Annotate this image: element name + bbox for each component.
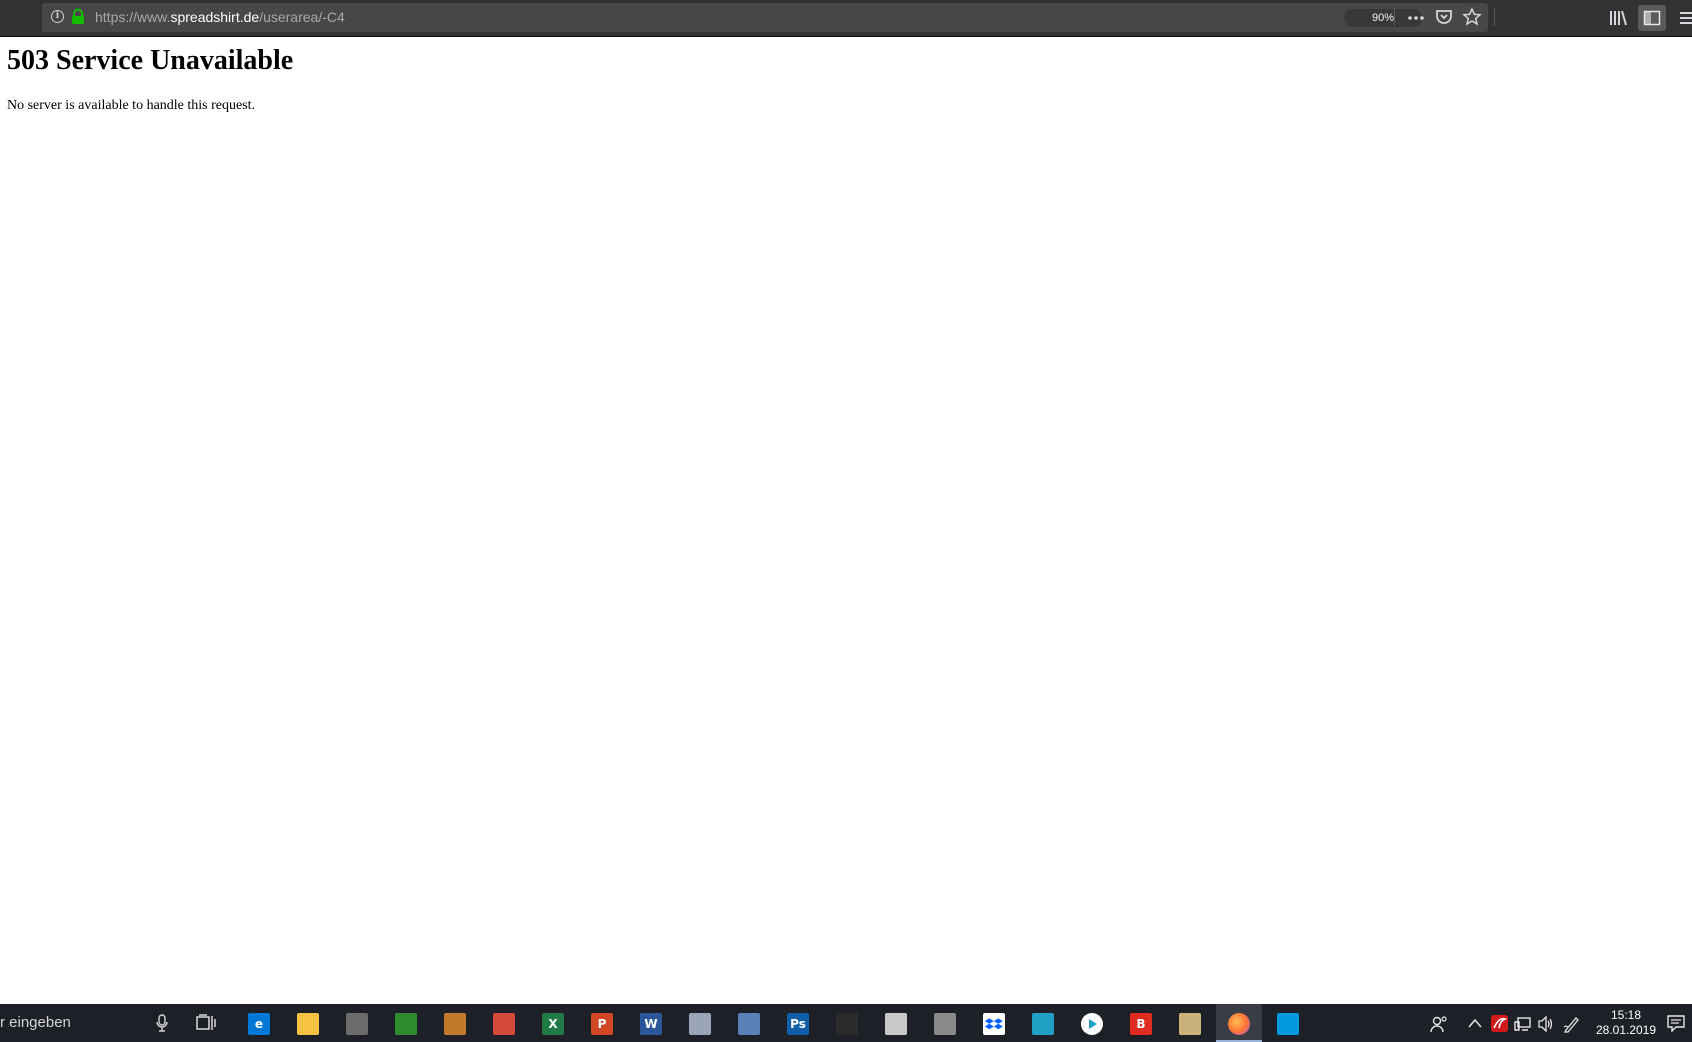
lock-icon[interactable] [71, 8, 85, 25]
more-actions-icon[interactable] [1406, 8, 1426, 28]
edge-icon[interactable]: e [248, 1013, 270, 1035]
error-heading: 503 Service Unavailable [7, 45, 294, 76]
url-domain: spreadshirt.de [170, 9, 260, 25]
excel-icon[interactable]: X [542, 1013, 564, 1035]
toolbar-separator [1494, 8, 1495, 26]
library-icon[interactable] [1608, 8, 1628, 28]
word-glyph: W [644, 1017, 658, 1031]
windows-taskbar: r eingeben e X P W Ps B 15:18 28.01.2019 [0, 1004, 1692, 1042]
network-icon[interactable] [1514, 1015, 1532, 1033]
sidebar-icon [1643, 10, 1661, 26]
taskbar-clock[interactable]: 15:18 28.01.2019 [1590, 1008, 1662, 1038]
powerpoint-icon[interactable]: P [591, 1013, 613, 1035]
powerpoint-glyph: P [597, 1017, 607, 1031]
toolbar-separator [1394, 8, 1395, 26]
sidebar-button[interactable] [1638, 5, 1666, 31]
inkscape-icon[interactable] [836, 1013, 858, 1035]
player-app-icon[interactable] [1081, 1013, 1103, 1035]
green-app-icon[interactable] [395, 1013, 417, 1035]
clock-date: 28.01.2019 [1595, 1023, 1657, 1037]
hamburger-menu-icon[interactable] [1676, 8, 1692, 28]
photoshop-glyph: Ps [790, 1017, 806, 1031]
url-text[interactable]: https://www.spreadshirt.de/userarea/-C4 [95, 9, 345, 26]
b-app-icon[interactable]: B [1130, 1013, 1152, 1035]
pdf-app-icon[interactable] [885, 1013, 907, 1035]
url-bar[interactable]: i https://www.spreadshirt.de/userarea/-C… [42, 3, 1488, 32]
photoshop-icon[interactable]: Ps [787, 1013, 809, 1035]
app-generic-icon[interactable] [346, 1013, 368, 1035]
microphone-icon[interactable] [155, 1014, 169, 1032]
chevron-up-icon[interactable] [1468, 1017, 1482, 1029]
scan-app-icon[interactable] [738, 1013, 760, 1035]
info-icon[interactable]: i [51, 10, 64, 23]
pocket-icon[interactable] [1434, 7, 1454, 27]
b-app-glyph: B [1136, 1017, 1146, 1031]
sync-app-icon[interactable] [1032, 1013, 1054, 1035]
clapper-app-icon[interactable] [1179, 1013, 1201, 1035]
dropbox-icon[interactable] [983, 1013, 1005, 1035]
edge-glyph: e [254, 1017, 264, 1031]
url-path: /userarea/-C4 [259, 9, 345, 25]
people-icon[interactable] [1430, 1015, 1448, 1033]
taskbar-search-box[interactable]: r eingeben [0, 1004, 71, 1042]
bookmark-star-icon[interactable] [1462, 7, 1482, 27]
photo-app-icon[interactable] [444, 1013, 466, 1035]
word-icon[interactable]: W [640, 1013, 662, 1035]
graphic-app-icon[interactable] [493, 1013, 515, 1035]
firefox-icon[interactable] [1228, 1013, 1250, 1035]
excel-glyph: X [548, 1017, 558, 1031]
file-explorer-icon[interactable] [297, 1013, 319, 1035]
clock-time: 15:18 [1610, 1008, 1642, 1022]
store-icon[interactable] [1277, 1013, 1299, 1035]
url-prefix: https://www. [95, 9, 171, 25]
error-message: No server is available to handle this re… [7, 98, 256, 113]
task-view-icon[interactable] [196, 1014, 216, 1032]
pen-icon[interactable] [1563, 1015, 1581, 1033]
notification-center-icon[interactable] [1667, 1014, 1685, 1032]
media-app-icon[interactable] [934, 1013, 956, 1035]
antivirus-icon[interactable] [1491, 1015, 1508, 1032]
paint-app-icon[interactable] [689, 1013, 711, 1035]
volume-icon[interactable] [1537, 1015, 1555, 1033]
browser-toolbar: i https://www.spreadshirt.de/userarea/-C… [0, 0, 1692, 37]
